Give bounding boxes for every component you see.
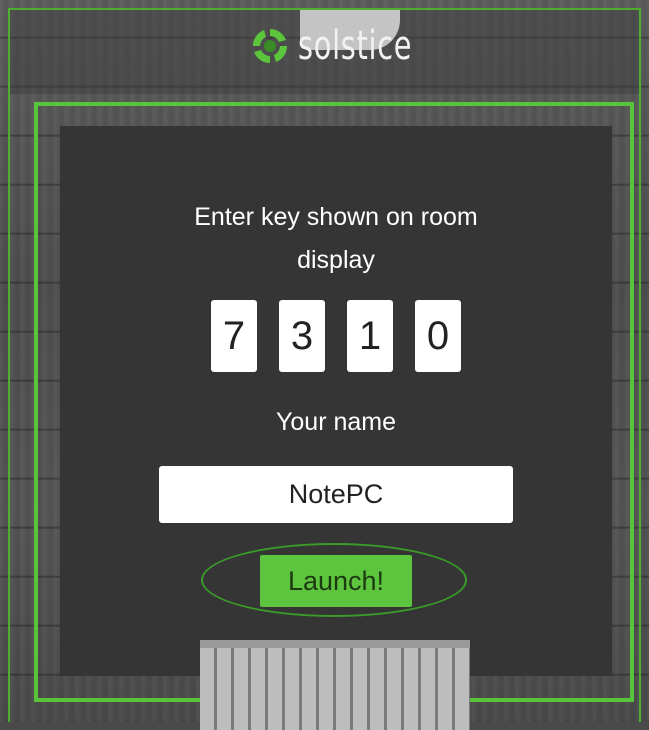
solstice-logo: solstice bbox=[250, 24, 457, 68]
key-digit-4[interactable]: 0 bbox=[415, 300, 461, 372]
key-prompt-line2: display bbox=[297, 246, 375, 274]
background-laptop bbox=[200, 640, 470, 730]
key-digit-1[interactable]: 7 bbox=[211, 300, 257, 372]
key-prompt: Enter key shown on room display bbox=[60, 196, 612, 282]
key-digit-2[interactable]: 3 bbox=[279, 300, 325, 372]
key-prompt-line1: Enter key shown on room bbox=[194, 203, 478, 231]
launch-button[interactable]: Launch! bbox=[260, 555, 412, 607]
solstice-swirl-icon bbox=[252, 28, 288, 64]
key-digit-3[interactable]: 1 bbox=[347, 300, 393, 372]
key-input-group: 7 3 1 0 bbox=[211, 300, 461, 372]
name-label: Your name bbox=[276, 408, 396, 436]
brand-name: solstice bbox=[298, 23, 413, 69]
name-input[interactable] bbox=[159, 466, 513, 523]
